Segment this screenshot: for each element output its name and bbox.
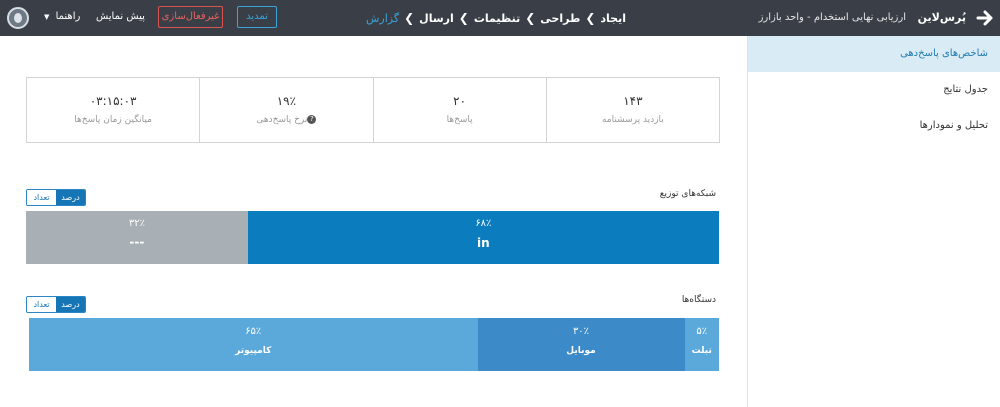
stat-label-wrap: نرخ پاسخ‌دهی? xyxy=(200,115,372,125)
toggle-percent[interactable]: درصد xyxy=(56,190,85,205)
distribution-bar: ۶۸٪ in ۳۲٪ --- xyxy=(26,211,719,264)
segment-label: تبلت xyxy=(691,346,712,356)
devices-bar: ۵٪ تبلت ۳۰٪ موبایل ۶۵٪ کامپیوتر xyxy=(29,318,719,371)
avatar[interactable] xyxy=(7,7,29,29)
devices-toggle: تعداد درصد xyxy=(26,296,86,313)
segment-computer: ۶۵٪ کامپیوتر xyxy=(29,318,478,371)
workflow-nav: ایجاد ❯ طراحی ❯ تنظیمات ❯ ارسال ❯ گزارش xyxy=(366,9,626,27)
stat-label: بازدید پرسشنامه xyxy=(601,115,664,125)
help-label: راهنما xyxy=(55,11,81,22)
stats-box: ۱۴۳ بازدید پرسشنامه ۲۰ پاسخ‌ها ۱۹٪ نرخ پ… xyxy=(26,77,720,143)
nav-report[interactable]: گزارش xyxy=(366,12,399,25)
segment-other: ۳۲٪ --- xyxy=(26,211,248,264)
sidebar-item-response-metrics[interactable]: شاخص‌های پاسخ‌دهی xyxy=(748,36,1000,72)
segment-tablet: ۵٪ تبلت xyxy=(684,318,719,371)
help-icon[interactable]: ? xyxy=(307,115,317,124)
segment-percent: ۳۰٪ xyxy=(572,326,590,337)
stat-views: ۱۴۳ بازدید پرسشنامه xyxy=(545,78,719,142)
toggle-count[interactable]: تعداد xyxy=(27,297,56,312)
segment-percent: ۶۵٪ xyxy=(245,326,262,337)
segment-percent: ۵٪ xyxy=(696,326,708,337)
form-title: ارزیابی نهایی استخدام - واحد بازارز xyxy=(758,12,906,23)
stat-value: ۱۴۳ xyxy=(623,94,643,108)
sidebar: شاخص‌های پاسخ‌دهی جدول نتایج تحلیل و نمو… xyxy=(747,36,1000,407)
stat-value: ۰۳:۱۵:۰۳ xyxy=(89,94,137,108)
stat-responses: ۲۰ پاسخ‌ها xyxy=(372,78,546,142)
nav-settings[interactable]: تنظیمات xyxy=(474,12,520,25)
segment-linkedin: ۶۸٪ in xyxy=(247,211,719,264)
stat-label: نرخ پاسخ‌دهی xyxy=(256,115,308,125)
nav-create[interactable]: ایجاد xyxy=(600,12,626,25)
toggle-percent[interactable]: درصد xyxy=(56,297,85,312)
stat-avg-time: ۰۳:۱۵:۰۳ میانگین زمان پاسخ‌ها xyxy=(27,78,199,142)
chevron-left-icon: ❯ xyxy=(585,11,596,25)
sidebar-item-analysis-charts[interactable]: تحلیل و نمودارها xyxy=(748,108,1000,144)
top-bar: پُرس‌لاین ارزیابی نهایی استخدام - واحد ب… xyxy=(0,0,1000,36)
distribution-title: شبکه‌های توزیع xyxy=(659,189,716,199)
distribution-toggle: تعداد درصد xyxy=(26,189,86,206)
segment-percent: ۳۲٪ xyxy=(128,218,145,229)
stat-value: ۲۰ xyxy=(453,94,467,108)
stat-label: پاسخ‌ها xyxy=(446,115,473,125)
sidebar-item-results-table[interactable]: جدول نتایج xyxy=(748,72,1000,108)
chevron-left-icon: ❯ xyxy=(404,11,415,25)
other-icon: --- xyxy=(129,235,145,249)
toggle-count[interactable]: تعداد xyxy=(27,190,56,205)
chevron-left-icon: ❯ xyxy=(525,11,536,25)
extend-button[interactable]: تمدید xyxy=(237,6,277,28)
segment-label: موبایل xyxy=(566,346,596,356)
chevron-left-icon: ❯ xyxy=(458,11,469,25)
segment-percent: ۶۸٪ xyxy=(475,218,492,229)
segment-mobile: ۳۰٪ موبایل xyxy=(477,318,685,371)
deactivate-button[interactable]: غیرفعال‌سازی xyxy=(158,6,223,28)
caret-down-icon: ▼ xyxy=(44,13,50,21)
back-arrow-icon[interactable] xyxy=(976,8,994,28)
nav-send[interactable]: ارسال xyxy=(419,12,454,25)
stat-label: میانگین زمان پاسخ‌ها xyxy=(74,115,152,125)
stat-value: ۱۹٪ xyxy=(276,94,297,108)
devices-title: دستگاه‌ها xyxy=(681,295,716,305)
help-menu[interactable]: ▼ راهنما xyxy=(44,11,80,22)
brand-logo[interactable]: پُرس‌لاین xyxy=(918,11,966,24)
segment-label: کامپیوتر xyxy=(235,346,272,356)
nav-design[interactable]: طراحی xyxy=(540,12,580,25)
linkedin-icon: in xyxy=(477,236,490,250)
stat-response-rate: ۱۹٪ نرخ پاسخ‌دهی? xyxy=(199,78,372,142)
preview-link[interactable]: پیش نمایش xyxy=(96,11,145,22)
